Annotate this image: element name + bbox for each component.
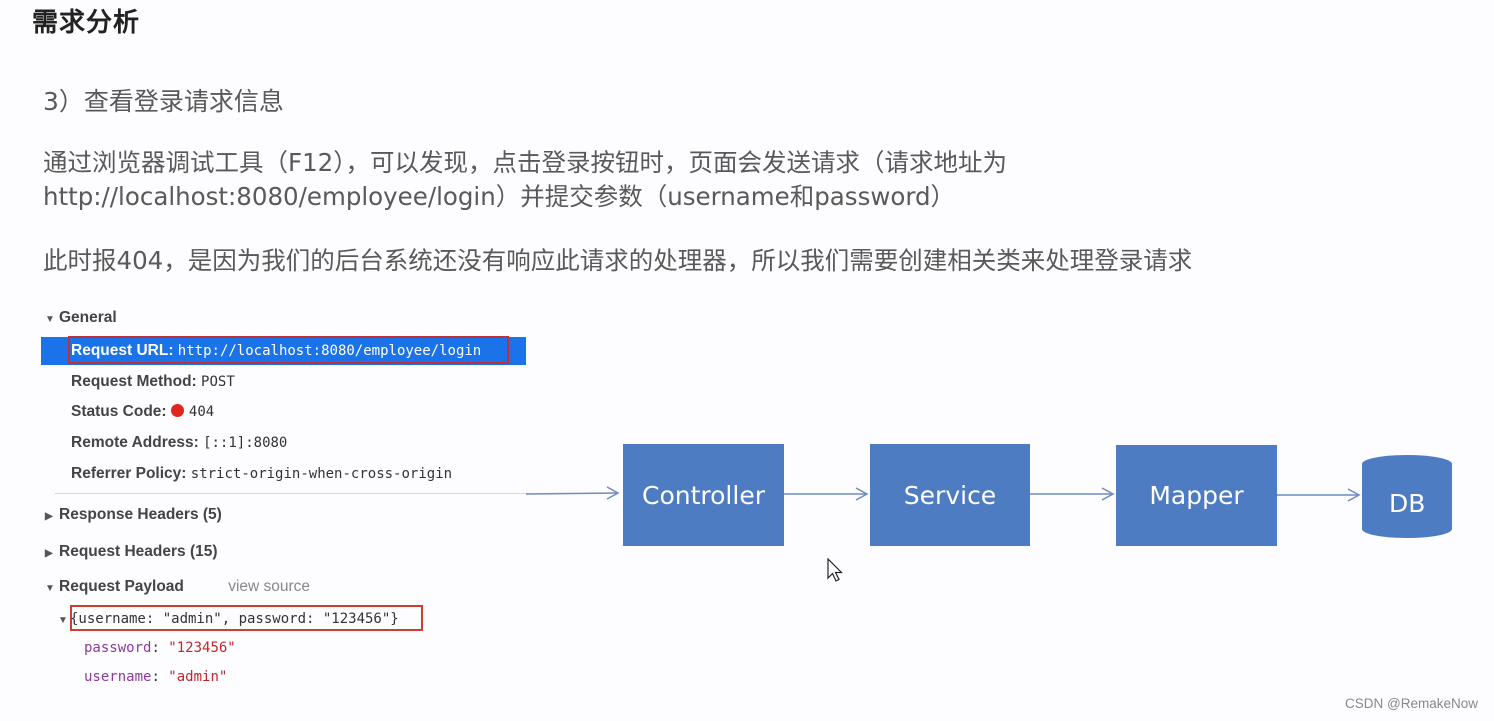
watermark: CSDN @RemakeNow: [1345, 696, 1478, 711]
arrow-to-controller: [525, 486, 620, 500]
mapper-box: Mapper: [1116, 445, 1277, 546]
arrow-mapper-to-db: [1277, 488, 1361, 502]
diagram-arrows: [525, 455, 1452, 538]
service-box: Service: [870, 444, 1030, 546]
arrow-controller-to-service: [784, 487, 869, 501]
controller-box: Controller: [623, 444, 784, 546]
db-label: DB: [1389, 489, 1426, 518]
arrow-service-to-mapper: [1030, 487, 1115, 501]
mouse-cursor-icon: [827, 558, 843, 582]
